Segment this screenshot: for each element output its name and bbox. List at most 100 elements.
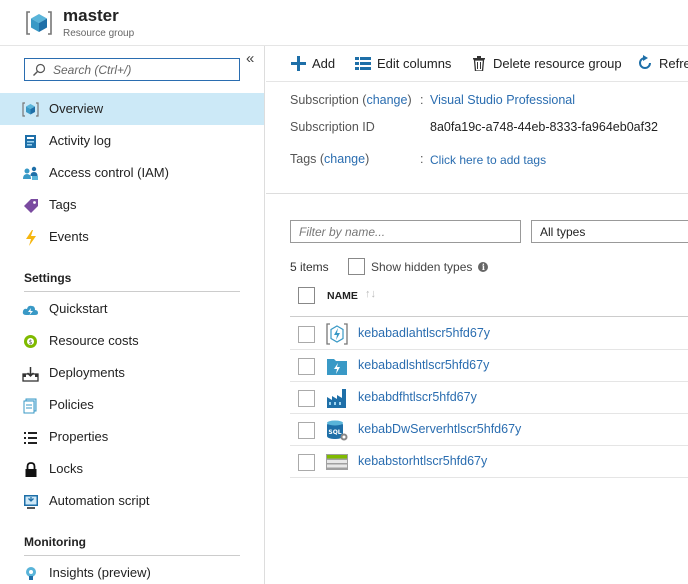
resource-name-link[interactable]: kebabDwServerhtlscr5hfd67y <box>358 422 521 436</box>
sidebar-item-label: Resource costs <box>49 333 139 348</box>
sidebar-item-resource-costs[interactable]: $ Resource costs <box>0 325 264 357</box>
row-checkbox[interactable] <box>298 326 315 343</box>
subscription-label-text: Subscription <box>290 93 359 107</box>
sidebar-item-automation-script[interactable]: Automation script <box>0 485 264 517</box>
sidebar-item-label: Quickstart <box>49 301 108 316</box>
iam-icon <box>22 165 39 182</box>
refresh-button[interactable]: Refresh <box>637 55 688 71</box>
row-checkbox[interactable] <box>298 358 315 375</box>
cost-icon: $ <box>22 333 39 350</box>
info-icon[interactable]: i <box>478 261 489 272</box>
sort-arrows-icon[interactable]: ↑↓ <box>365 288 376 300</box>
trash-icon <box>471 55 487 71</box>
sidebar-item-properties[interactable]: Properties <box>0 421 264 453</box>
command-toolbar: Add Edit columns Delete resource group R… <box>266 46 688 82</box>
sidebar-item-overview[interactable]: Overview <box>0 93 264 125</box>
type-filter-select[interactable]: All types <box>531 220 688 243</box>
table-row[interactable]: kebabadlshtlscr5hfd67y <box>290 350 688 382</box>
collapse-sidebar-button[interactable]: « <box>246 50 254 67</box>
data-lake-store-icon <box>327 359 347 375</box>
row-checkbox[interactable] <box>298 422 315 439</box>
resource-name-link[interactable]: kebabadlshtlscr5hfd67y <box>358 358 489 372</box>
add-button-label: Add <box>312 55 336 71</box>
sidebar-item-label: Activity log <box>49 133 112 148</box>
resource-name-link[interactable]: kebabadlahtlscr5hfd67y <box>358 326 490 340</box>
automation-script-icon <box>22 493 39 510</box>
tags-label-text: Tags <box>290 152 317 166</box>
filter-by-name-input[interactable] <box>291 221 520 242</box>
table-row[interactable]: kebabadlahtlscr5hfd67y <box>290 318 688 350</box>
tag-icon <box>22 197 39 214</box>
sidebar-item-insights[interactable]: Insights (preview) <box>0 557 264 584</box>
refresh-icon <box>637 55 653 71</box>
change-tags-link[interactable]: change <box>324 152 365 166</box>
sidebar-item-label: Properties <box>49 429 109 444</box>
separator-colon: : <box>420 93 424 107</box>
sidebar-item-label: Tags <box>49 197 77 212</box>
svg-text:$: $ <box>29 339 33 346</box>
select-all-checkbox[interactable] <box>298 287 315 304</box>
svg-text:SQL: SQL <box>328 429 341 436</box>
section-divider <box>24 291 240 292</box>
quickstart-cloud-icon <box>22 301 39 318</box>
separator-colon: : <box>420 152 424 166</box>
table-row[interactable]: kebabdfhtlscr5hfd67y <box>290 382 688 414</box>
row-checkbox[interactable] <box>298 454 315 471</box>
refresh-button-label: Refresh <box>659 55 688 71</box>
filter-by-name[interactable] <box>290 220 521 243</box>
edit-columns-label: Edit columns <box>377 55 452 71</box>
add-tags-link[interactable]: Click here to add tags <box>430 153 546 167</box>
monitoring-section-header: Monitoring <box>24 535 86 549</box>
essentials-divider <box>266 193 688 194</box>
page-title: master <box>63 6 119 25</box>
sidebar-item-events[interactable]: Events <box>0 221 264 253</box>
row-checkbox[interactable] <box>298 390 315 407</box>
sidebar-item-label: Overview <box>49 101 104 116</box>
change-subscription-link[interactable]: change <box>366 93 407 107</box>
resource-table-header: NAME ↑↓ <box>290 282 688 317</box>
sidebar-item-locks[interactable]: Locks <box>0 453 264 485</box>
sidebar-item-tags[interactable]: Tags <box>0 189 264 221</box>
subscription-label: Subscription (change) <box>290 93 412 107</box>
column-header-name[interactable]: NAME <box>327 290 358 302</box>
show-hidden-types-toggle[interactable]: Show hidden types i <box>348 258 489 275</box>
delete-resource-group-button[interactable]: Delete resource group <box>471 55 622 71</box>
sidebar-search[interactable] <box>24 58 240 81</box>
sidebar-item-policies[interactable]: Policies <box>0 389 264 421</box>
subscription-id-label: Subscription ID <box>290 120 375 134</box>
deployments-icon <box>22 365 39 382</box>
resource-name-link[interactable]: kebabstorhtlscr5hfd67y <box>358 454 487 468</box>
table-row[interactable]: SQL kebabDwServerhtlscr5hfd67y <box>290 414 688 446</box>
lock-icon <box>22 461 39 478</box>
sidebar-item-label: Automation script <box>49 493 150 508</box>
data-factory-icon <box>327 389 346 408</box>
items-count: 5 items <box>290 260 329 274</box>
plus-icon <box>290 55 306 71</box>
sidebar-item-quickstart[interactable]: Quickstart <box>0 293 264 325</box>
search-input[interactable] <box>53 61 233 78</box>
search-icon <box>33 63 46 76</box>
table-row[interactable]: kebabstorhtlscr5hfd67y <box>290 446 688 478</box>
insights-bulb-icon <box>22 565 39 582</box>
sidebar-item-deployments[interactable]: Deployments <box>0 357 264 389</box>
sidebar-item-label: Events <box>49 229 89 244</box>
add-button[interactable]: Add <box>290 55 335 71</box>
sidebar-item-access-control[interactable]: Access control (IAM) <box>0 157 264 189</box>
show-hidden-types-checkbox[interactable] <box>348 258 365 275</box>
subscription-value-link[interactable]: Visual Studio Professional <box>430 93 575 107</box>
subscription-id-value: 8a0fa19c-a748-44eb-8333-fa964eb0af32 <box>430 120 658 134</box>
edit-columns-button[interactable]: Edit columns <box>355 55 451 71</box>
settings-section-header: Settings <box>24 271 72 285</box>
columns-icon <box>355 55 371 71</box>
sidebar-item-label: Access control (IAM) <box>49 165 169 180</box>
show-hidden-types-label: Show hidden types <box>371 259 473 274</box>
data-lake-analytics-icon <box>326 323 348 345</box>
page-subtitle: Resource group <box>63 28 135 39</box>
activity-log-icon <box>22 133 39 150</box>
resource-name-link[interactable]: kebabdfhtlscr5hfd67y <box>358 390 477 404</box>
sidebar-item-activity-log[interactable]: Activity log <box>0 125 264 157</box>
sidebar-item-label: Locks <box>49 461 83 476</box>
section-divider <box>24 555 240 556</box>
resource-group-icon <box>26 11 52 35</box>
sidebar: « Overview Activity log <box>0 46 265 584</box>
